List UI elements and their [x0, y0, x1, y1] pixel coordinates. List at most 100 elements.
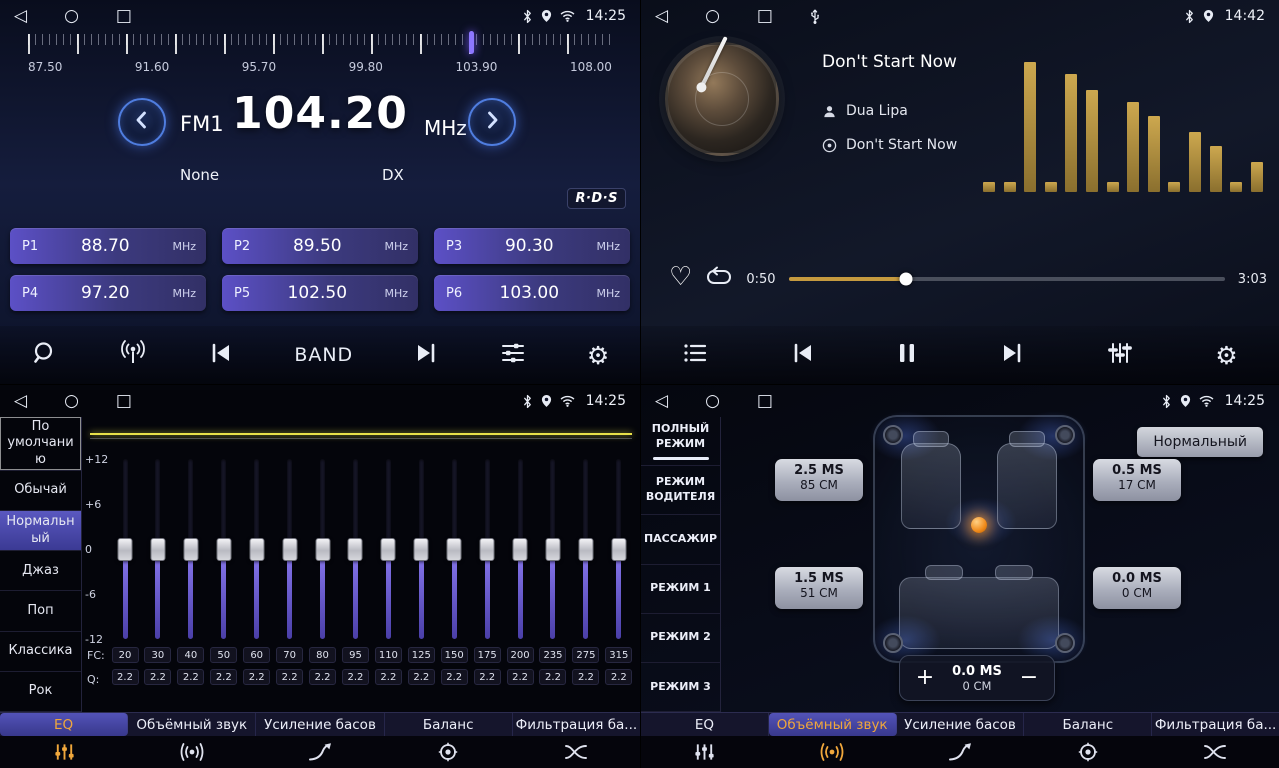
- eq-band-thumb[interactable]: [249, 538, 264, 561]
- eq-band-thumb[interactable]: [282, 538, 297, 561]
- eq-band-thumb[interactable]: [414, 538, 429, 561]
- recents-icon[interactable]: □: [757, 393, 773, 410]
- eq-band-slider[interactable]: [419, 459, 424, 639]
- eq-band-slider[interactable]: [452, 459, 457, 639]
- eq-band-slider[interactable]: [386, 459, 391, 639]
- eq-sliders-icon[interactable]: [0, 736, 128, 768]
- seek-bar[interactable]: [789, 277, 1225, 281]
- tab-bass-boost[interactable]: Усиление басов: [256, 713, 384, 736]
- listening-mode-1[interactable]: ПОЛНЫЙ РЕЖИМ: [641, 417, 720, 466]
- eq-band-slider[interactable]: [616, 459, 621, 639]
- tab-bass-boost[interactable]: Усиление басов: [897, 713, 1025, 736]
- bass-boost-icon[interactable]: [256, 736, 384, 768]
- eq-band-slider[interactable]: [123, 459, 128, 639]
- broadcast-button[interactable]: [118, 340, 148, 370]
- listening-position-dot[interactable]: [971, 517, 987, 533]
- preset-p6[interactable]: P6103.00MHz: [434, 275, 630, 311]
- playlist-button[interactable]: [682, 342, 708, 368]
- eq-band-slider[interactable]: [254, 459, 259, 639]
- eq-band-slider[interactable]: [320, 459, 325, 639]
- listening-mode-2[interactable]: РЕЖИМ ВОДИТЕЛЯ: [641, 466, 720, 515]
- listening-mode-5[interactable]: РЕЖИМ 2: [641, 614, 720, 663]
- eq-band-thumb[interactable]: [513, 538, 528, 561]
- listening-mode-6[interactable]: РЕЖИМ 3: [641, 663, 720, 712]
- eq-band-thumb[interactable]: [348, 538, 363, 561]
- album-art[interactable]: [665, 42, 779, 156]
- settings-button[interactable]: ⚙: [1215, 343, 1237, 368]
- balance-icon[interactable]: [1024, 736, 1152, 768]
- prev-station-button[interactable]: [209, 342, 233, 368]
- eq-band-slider[interactable]: [583, 459, 588, 639]
- crossover-filter-icon[interactable]: [1151, 736, 1279, 768]
- tab-crossover-filter[interactable]: Фильтрация ба...: [1152, 713, 1279, 736]
- eq-band-thumb[interactable]: [611, 538, 626, 561]
- scan-button[interactable]: [31, 340, 57, 370]
- tab-surround-sound[interactable]: Объёмный звук: [769, 713, 897, 736]
- eq-preset-item-5[interactable]: Поп: [0, 591, 81, 631]
- listening-mode-3[interactable]: ПАССАЖИР: [641, 515, 720, 564]
- home-icon[interactable]: ○: [705, 8, 720, 25]
- eq-band-thumb[interactable]: [118, 538, 133, 561]
- eq-band-thumb[interactable]: [216, 538, 231, 561]
- audio-settings-button[interactable]: [1107, 341, 1133, 369]
- tab-surround-sound[interactable]: Объёмный звук: [128, 713, 256, 736]
- home-icon[interactable]: ○: [64, 8, 79, 25]
- balance-icon[interactable]: [384, 736, 512, 768]
- audio-settings-button[interactable]: [500, 341, 526, 369]
- back-icon[interactable]: ◁: [14, 393, 27, 410]
- preset-p3[interactable]: P390.30MHz: [434, 228, 630, 264]
- back-icon[interactable]: ◁: [655, 8, 668, 25]
- eq-preset-item-4[interactable]: Джаз: [0, 551, 81, 591]
- tab-crossover-filter[interactable]: Фильтрация ба...: [513, 713, 640, 736]
- eq-preset-item-7[interactable]: Рок: [0, 672, 81, 712]
- eq-band-thumb[interactable]: [150, 538, 165, 561]
- tune-up-button[interactable]: [468, 98, 516, 146]
- tab-eq-sliders[interactable]: EQ: [641, 713, 769, 736]
- bass-boost-icon[interactable]: [896, 736, 1024, 768]
- frequency-scale[interactable]: 87.5091.6095.7099.80103.90108.00: [28, 34, 612, 82]
- eq-band-thumb[interactable]: [447, 538, 462, 561]
- tab-eq-sliders[interactable]: EQ: [0, 713, 128, 736]
- tune-down-button[interactable]: [118, 98, 166, 146]
- delay-decrease-button[interactable]: −: [1016, 667, 1042, 689]
- preset-p1[interactable]: P188.70MHz: [10, 228, 206, 264]
- eq-preset-item-3[interactable]: Нормальный: [0, 511, 81, 551]
- eq-band-slider[interactable]: [550, 459, 555, 639]
- front-left-delay-pad[interactable]: 2.5 MS 85 CM: [775, 459, 863, 501]
- rear-left-delay-pad[interactable]: 1.5 MS 51 CM: [775, 567, 863, 609]
- eq-preset-item-1[interactable]: По умолчанию: [0, 417, 81, 471]
- settings-button[interactable]: ⚙: [587, 343, 609, 368]
- back-icon[interactable]: ◁: [655, 393, 668, 410]
- eq-preset-item-6[interactable]: Классика: [0, 632, 81, 672]
- preset-p4[interactable]: P497.20MHz: [10, 275, 206, 311]
- eq-band-slider[interactable]: [287, 459, 292, 639]
- next-track-button[interactable]: [1000, 342, 1024, 368]
- listening-mode-4[interactable]: РЕЖИМ 1: [641, 565, 720, 614]
- seek-thumb[interactable]: [900, 273, 913, 286]
- prev-track-button[interactable]: [791, 342, 815, 368]
- eq-band-slider[interactable]: [485, 459, 490, 639]
- home-icon[interactable]: ○: [64, 393, 79, 410]
- preset-p2[interactable]: P289.50MHz: [222, 228, 418, 264]
- eq-band-slider[interactable]: [353, 459, 358, 639]
- tab-balance[interactable]: Баланс: [1024, 713, 1152, 736]
- eq-band-thumb[interactable]: [183, 538, 198, 561]
- repeat-button[interactable]: [705, 266, 733, 292]
- front-right-delay-pad[interactable]: 0.5 MS 17 CM: [1093, 459, 1181, 501]
- eq-band-slider[interactable]: [155, 459, 160, 639]
- eq-band-slider[interactable]: [518, 459, 523, 639]
- rear-right-delay-pad[interactable]: 0.0 MS 0 CM: [1093, 567, 1181, 609]
- eq-band-slider[interactable]: [188, 459, 193, 639]
- home-icon[interactable]: ○: [705, 393, 720, 410]
- eq-band-thumb[interactable]: [545, 538, 560, 561]
- crossover-filter-icon[interactable]: [512, 736, 640, 768]
- preset-p5[interactable]: P5102.50MHz: [222, 275, 418, 311]
- recents-icon[interactable]: □: [116, 8, 132, 25]
- surround-sound-icon[interactable]: [769, 736, 897, 768]
- tab-balance[interactable]: Баланс: [385, 713, 513, 736]
- sound-preset-button[interactable]: Нормальный: [1137, 427, 1263, 457]
- band-button[interactable]: BAND: [294, 344, 353, 366]
- recents-icon[interactable]: □: [116, 393, 132, 410]
- eq-preset-item-2[interactable]: Обычай: [0, 471, 81, 511]
- back-icon[interactable]: ◁: [14, 8, 27, 25]
